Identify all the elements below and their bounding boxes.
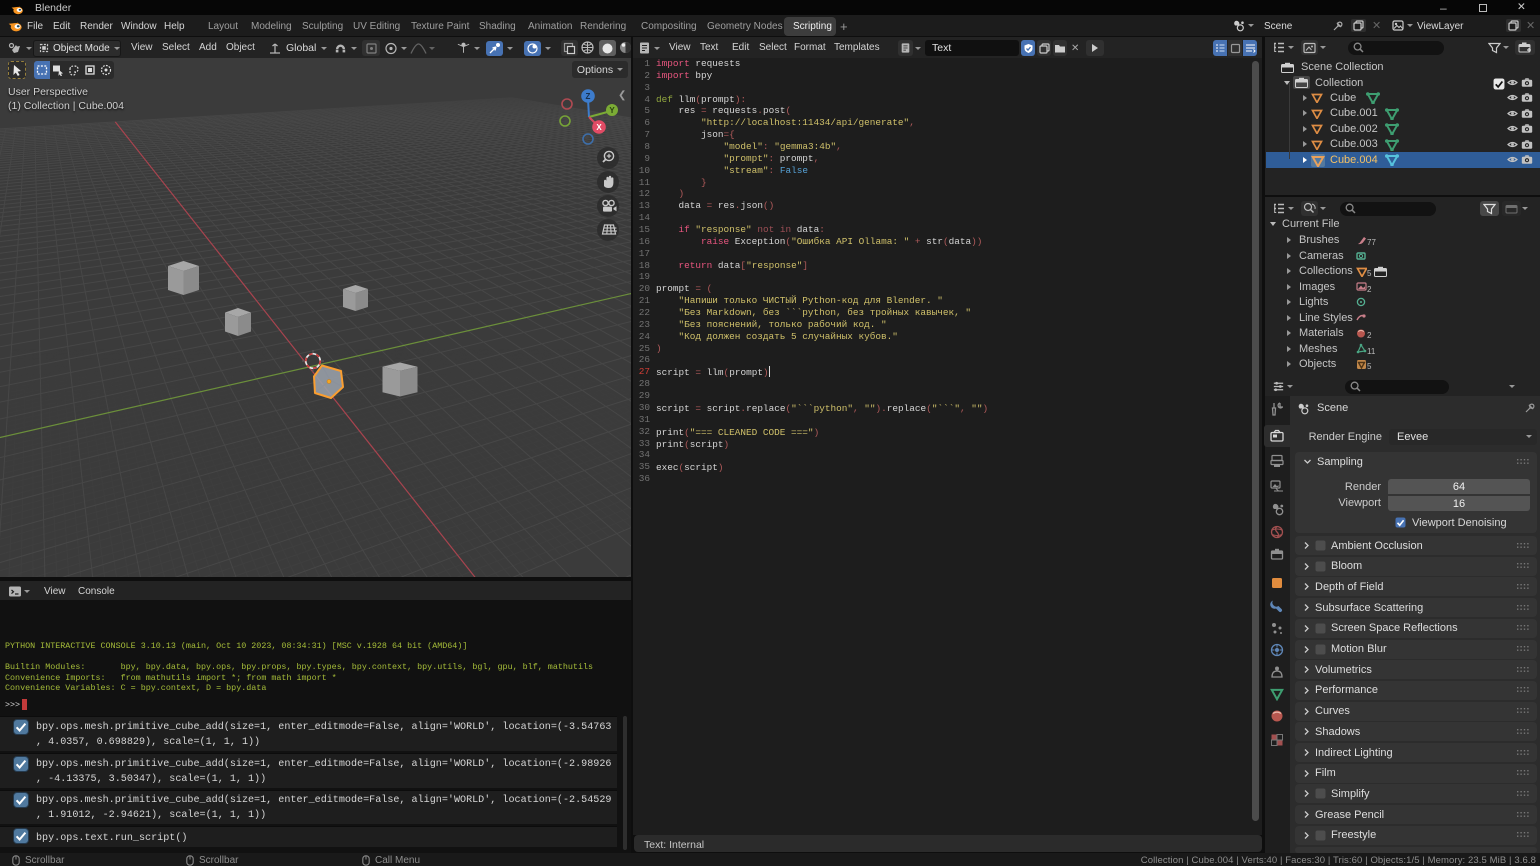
- svg-text:Z: Z: [586, 92, 591, 101]
- svg-text:Y: Y: [609, 106, 615, 115]
- svg-text:❮: ❮: [618, 90, 626, 101]
- svg-text:X: X: [596, 123, 602, 132]
